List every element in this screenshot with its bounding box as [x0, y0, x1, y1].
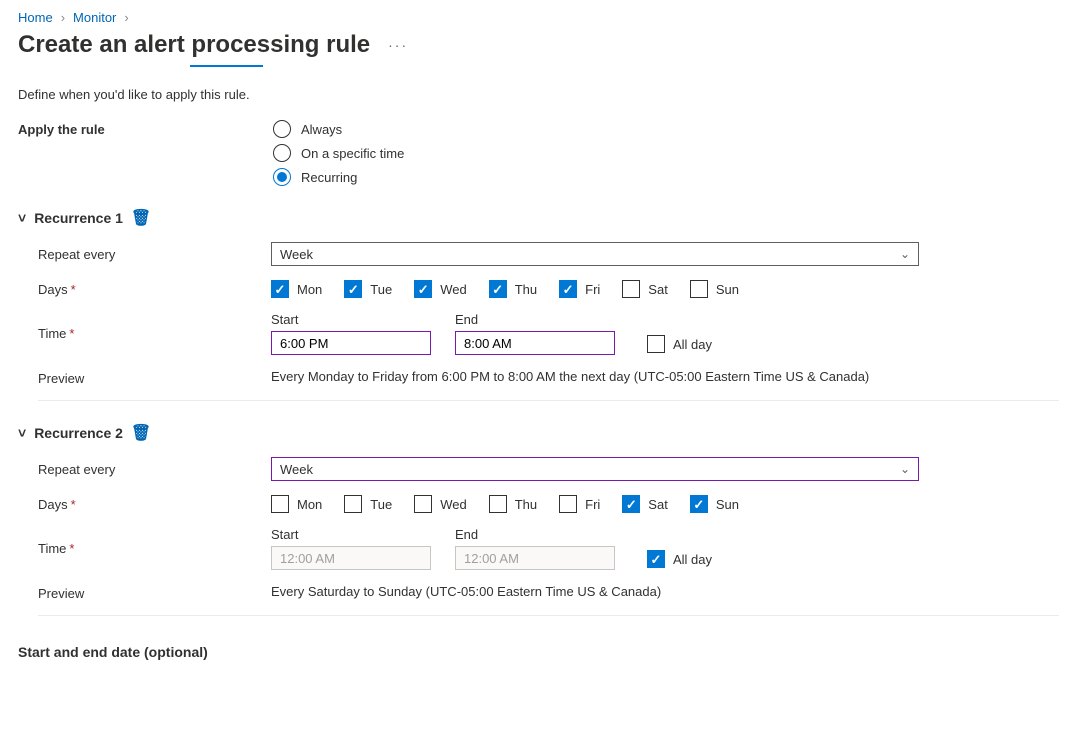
time-label: Time* [18, 541, 271, 556]
start-time-input-2 [271, 546, 431, 570]
day-wed-1[interactable]: Wed [414, 280, 467, 298]
all-day-checkbox-1[interactable]: All day [647, 335, 712, 355]
recurrence-2-title: Recurrence 2 [34, 425, 123, 441]
day-thu-2[interactable]: Thu [489, 495, 537, 513]
end-time-input-1[interactable] [455, 331, 615, 355]
instruction-text: Define when you'd like to apply this rul… [18, 87, 1059, 102]
day-sat-2[interactable]: Sat [622, 495, 668, 513]
repeat-every-value: Week [280, 462, 313, 477]
divider [38, 400, 1059, 401]
end-label: End [455, 312, 615, 327]
breadcrumb-home[interactable]: Home [18, 10, 53, 25]
recurrence-1-title: Recurrence 1 [34, 210, 123, 226]
day-sat-1[interactable]: Sat [622, 280, 668, 298]
repeat-every-label: Repeat every [18, 247, 271, 262]
radio-always[interactable]: Always [273, 120, 1059, 138]
day-sun-1[interactable]: Sun [690, 280, 739, 298]
radio-specific-time[interactable]: On a specific time [273, 144, 1059, 162]
radio-recurring[interactable]: Recurring [273, 168, 1059, 186]
time-label: Time* [18, 326, 271, 341]
page-title: Create an alert processing rule [18, 31, 370, 59]
breadcrumb-monitor[interactable]: Monitor [73, 10, 116, 25]
start-label: Start [271, 527, 431, 542]
day-mon-2[interactable]: Mon [271, 495, 322, 513]
day-mon-1[interactable]: Mon [271, 280, 322, 298]
divider [38, 615, 1059, 616]
day-tue-1[interactable]: Tue [344, 280, 392, 298]
day-fri-1[interactable]: Fri [559, 280, 600, 298]
radio-icon [273, 144, 291, 162]
more-actions-button[interactable]: ··· [382, 33, 414, 57]
radio-icon [273, 120, 291, 138]
all-day-label: All day [673, 552, 712, 567]
start-label: Start [271, 312, 431, 327]
tab-bar [18, 65, 1059, 67]
apply-the-rule-label: Apply the rule [18, 120, 273, 137]
radio-specific-label: On a specific time [301, 146, 404, 161]
all-day-label: All day [673, 337, 712, 352]
chevron-down-icon[interactable]: ˅ [18, 210, 26, 226]
start-end-date-heading: Start and end date (optional) [18, 644, 1059, 660]
chevron-right-icon: › [61, 10, 65, 25]
day-sun-2[interactable]: Sun [690, 495, 739, 513]
repeat-every-dropdown-2[interactable]: Week ⌄ [271, 457, 919, 481]
preview-label: Preview [18, 369, 271, 386]
start-time-input-1[interactable] [271, 331, 431, 355]
preview-text-1: Every Monday to Friday from 6:00 PM to 8… [271, 369, 1059, 386]
day-tue-2[interactable]: Tue [344, 495, 392, 513]
radio-always-label: Always [301, 122, 342, 137]
days-row-1: Mon Tue Wed Thu Fri Sat Sun [271, 280, 1059, 298]
days-row-2: Mon Tue Wed Thu Fri Sat Sun [271, 495, 1059, 513]
all-day-checkbox-2[interactable]: All day [647, 550, 712, 570]
chevron-down-icon: ⌄ [900, 247, 910, 261]
days-label: Days* [18, 497, 271, 512]
chevron-down-icon: ⌄ [900, 462, 910, 476]
chevron-right-icon: › [124, 10, 128, 25]
end-label: End [455, 527, 615, 542]
radio-icon [273, 168, 291, 186]
end-time-input-2 [455, 546, 615, 570]
days-label: Days* [18, 282, 271, 297]
day-fri-2[interactable]: Fri [559, 495, 600, 513]
preview-label: Preview [18, 584, 271, 601]
radio-recurring-label: Recurring [301, 170, 357, 185]
repeat-every-dropdown-1[interactable]: Week ⌄ [271, 242, 919, 266]
day-wed-2[interactable]: Wed [414, 495, 467, 513]
repeat-every-label: Repeat every [18, 462, 271, 477]
day-thu-1[interactable]: Thu [489, 280, 537, 298]
repeat-every-value: Week [280, 247, 313, 262]
breadcrumb: Home › Monitor › [18, 10, 1059, 25]
chevron-down-icon[interactable]: ˅ [18, 425, 26, 441]
preview-text-2: Every Saturday to Sunday (UTC-05:00 East… [271, 584, 1059, 601]
delete-recurrence-1-button[interactable]: 🗑 [131, 208, 151, 228]
delete-recurrence-2-button[interactable]: 🗑 [131, 423, 151, 443]
